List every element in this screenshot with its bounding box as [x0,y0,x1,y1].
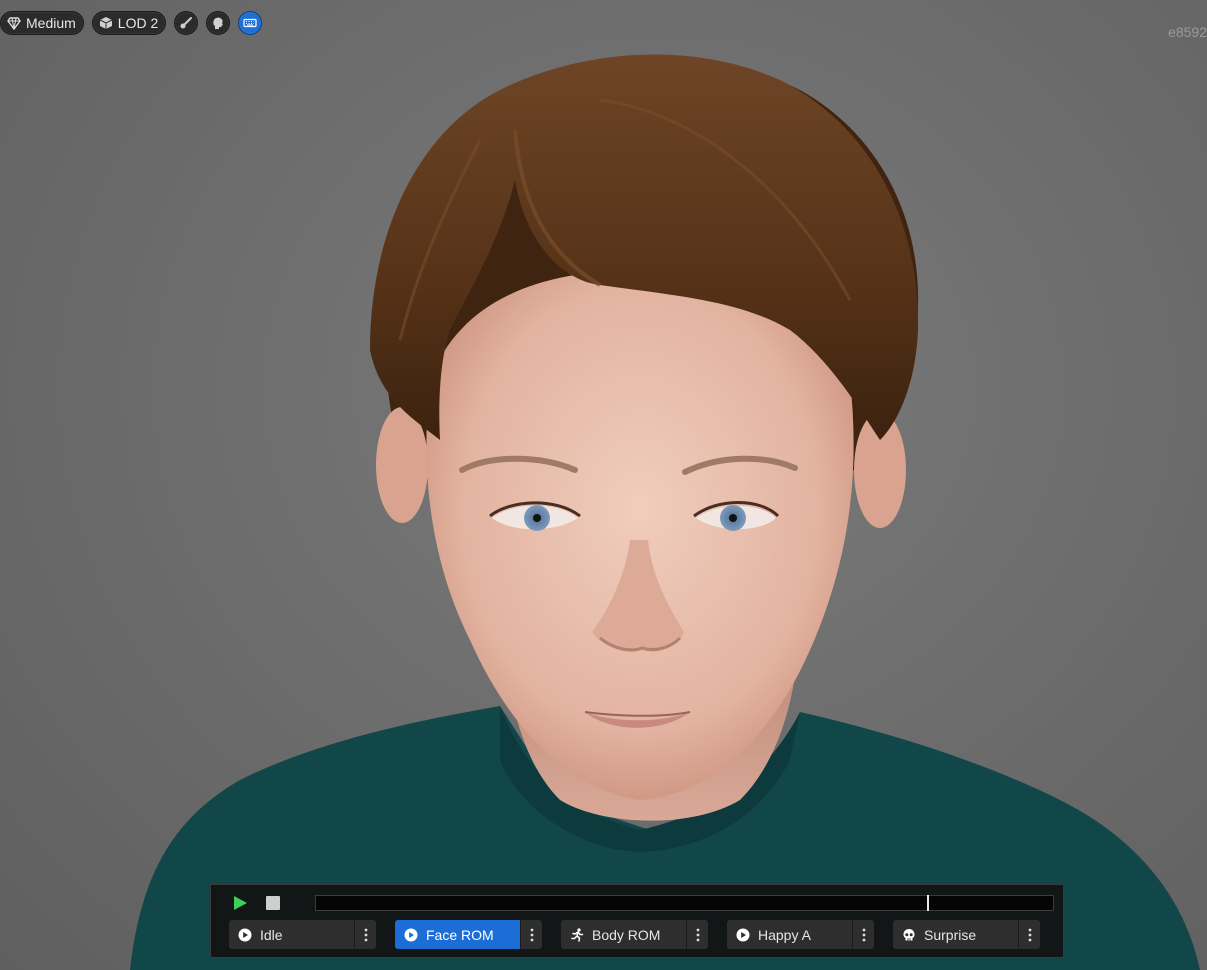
environment-button[interactable] [206,11,231,35]
play-button[interactable] [231,894,249,912]
animation-idle: Idle [229,920,376,949]
playback-panel: Idle Face ROM Body ROM Happy A Surprise [210,884,1064,958]
kebab-menu-icon [862,928,865,941]
play-circle-icon [238,928,252,941]
character-viewport[interactable] [0,0,1207,970]
animation-happy-a-menu[interactable] [852,920,874,949]
kebab-menu-icon [364,928,367,941]
animation-label: Face ROM [426,926,494,943]
diamond-icon [7,17,21,30]
character-model [130,54,1200,970]
animation-label: Surprise [924,926,977,943]
animation-surprise: Surprise [893,920,1040,949]
animation-label: Happy A [758,926,811,943]
animation-face-rom-menu[interactable] [520,920,542,949]
kebab-menu-icon [1028,928,1031,941]
animation-surprise-menu[interactable] [1018,920,1040,949]
play-circle-icon [736,928,750,941]
animation-happy-a: Happy A [727,920,874,949]
running-figure-icon [571,927,584,942]
build-hash: e8592 [1168,24,1207,40]
quality-dropdown[interactable]: Medium [0,11,84,35]
animation-surprise-button[interactable]: Surprise [893,920,1018,949]
head-profile-icon [213,17,224,29]
quality-label: Medium [26,15,76,31]
viewport-toolbar: Medium LOD 2 [0,10,263,36]
play-circle-icon [404,928,418,941]
animation-body-rom: Body ROM [561,920,708,949]
animation-idle-menu[interactable] [354,920,376,949]
timeline-scrubber[interactable] [315,895,1054,911]
cube-icon [99,17,113,29]
keyboard-icon [243,18,257,28]
animation-face-rom: Face ROM [395,920,542,949]
play-icon [234,896,247,910]
keyboard-button[interactable] [238,11,263,35]
brush-icon [180,17,193,29]
stop-button[interactable] [266,896,280,910]
animation-happy-a-button[interactable]: Happy A [727,920,852,949]
lod-dropdown[interactable]: LOD 2 [91,11,167,35]
animation-body-rom-menu[interactable] [686,920,708,949]
lighting-button[interactable] [174,11,199,35]
animation-idle-button[interactable]: Idle [229,920,354,949]
animation-label: Body ROM [592,926,661,943]
kebab-menu-icon [530,928,533,941]
kebab-menu-icon [696,928,699,941]
animation-face-rom-button[interactable]: Face ROM [395,920,520,949]
lod-label: LOD 2 [117,15,159,31]
animation-label: Idle [260,926,283,943]
playhead[interactable] [926,895,929,911]
skull-icon [903,928,915,940]
animation-list: Idle Face ROM Body ROM Happy A Surprise [229,920,1040,949]
animation-body-rom-button[interactable]: Body ROM [561,920,686,949]
